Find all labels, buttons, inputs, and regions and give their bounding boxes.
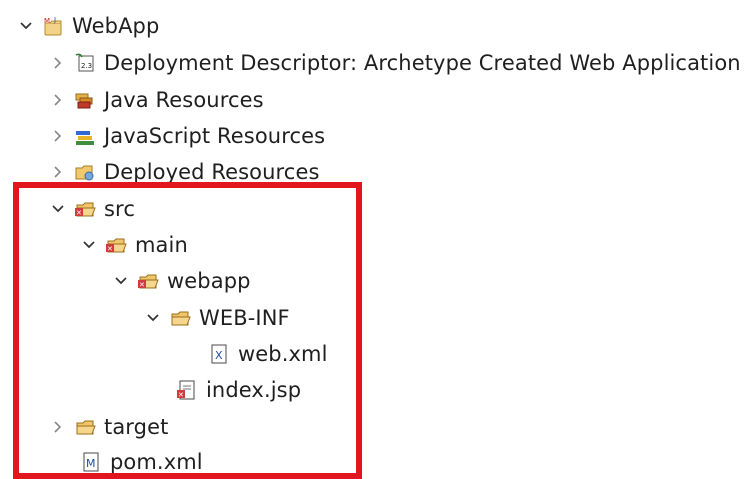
tree-item-javascript-resources[interactable]: JavaScript Resources [50, 120, 325, 152]
tree-item-label: WebApp [72, 14, 160, 38]
tree-item-java-resources[interactable]: Java Resources [50, 84, 264, 116]
chevron-right-icon[interactable] [50, 92, 66, 108]
javascript-resources-icon [74, 125, 96, 147]
tree-item-label: Java Resources [104, 88, 264, 112]
highlight-box [13, 182, 362, 479]
chevron-down-icon[interactable] [18, 18, 34, 34]
deployment-descriptor-icon: 2.3 [74, 52, 96, 74]
maven-project-icon: M J [42, 15, 64, 37]
svg-text:J: J [53, 16, 56, 24]
project-explorer-tree: M J WebApp 2.3 Deployment Descriptor: Ar… [0, 0, 746, 479]
tree-item-webapp[interactable]: M J WebApp [18, 10, 159, 42]
tree-item-label: JavaScript Resources [104, 124, 326, 148]
java-resources-icon [74, 89, 96, 111]
svg-text:M: M [44, 17, 50, 25]
tree-item-deployment-descriptor[interactable]: 2.3 Deployment Descriptor: Archetype Cre… [50, 47, 741, 79]
chevron-right-icon[interactable] [50, 55, 66, 71]
svg-text:2.3: 2.3 [81, 62, 92, 70]
chevron-right-icon[interactable] [50, 128, 66, 144]
tree-item-label: Deployment Descriptor: Archetype Created… [104, 51, 741, 75]
chevron-right-icon[interactable] [50, 164, 66, 180]
deployed-resources-icon [74, 161, 96, 183]
